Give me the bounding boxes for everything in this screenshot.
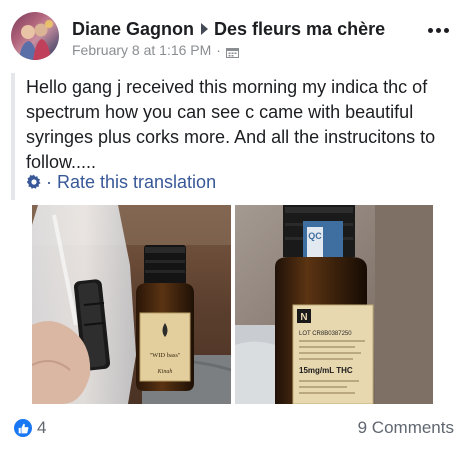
- label-letter: N: [300, 312, 307, 323]
- arrow-right-icon: [201, 23, 209, 35]
- author-avatar[interactable]: [11, 12, 59, 60]
- translation-quote-bar: [11, 73, 15, 200]
- post-text: Hello gang j received this morning my in…: [26, 77, 436, 172]
- lot-number-text: LOT CR8B0387250: [299, 331, 352, 337]
- ellipsis-dot: [444, 28, 449, 33]
- post-timestamp[interactable]: February 8 at 1:16 PM: [72, 42, 211, 58]
- rate-translation-link[interactable]: · Rate this translation: [26, 171, 216, 193]
- photo-syringe-bottle[interactable]: "WID bass" Kinah: [32, 205, 231, 404]
- comments-count[interactable]: 9 Comments: [358, 418, 454, 438]
- qc-seal-text: QC: [308, 231, 322, 241]
- post-header: Diane Gagnon Des fleurs ma chère: [72, 17, 385, 41]
- gear-icon: [26, 174, 42, 190]
- ellipsis-dot: [428, 28, 433, 33]
- translation-separator: ·: [46, 171, 52, 192]
- rate-translation-label[interactable]: Rate this translation: [57, 172, 216, 193]
- group-name[interactable]: Des fleurs ma chère: [214, 19, 385, 40]
- meta-separator: ·: [216, 42, 221, 58]
- post-footer: 4 9 Comments: [0, 414, 463, 444]
- bottle-label-text: "WID bass": [149, 352, 180, 359]
- calendar-audience-icon[interactable]: [225, 45, 239, 58]
- photo-bottle-label[interactable]: QC N LOT CR8B0387250 15mg/mL THC: [235, 205, 433, 404]
- dose-text: 15mg/mL THC: [299, 366, 353, 375]
- author-name[interactable]: Diane Gagnon: [72, 19, 194, 40]
- ellipsis-icon[interactable]: [428, 28, 449, 33]
- bottle-signature-text: Kinah: [157, 369, 173, 375]
- ellipsis-dot: [436, 28, 441, 33]
- post-meta: February 8 at 1:16 PM ·: [72, 41, 239, 59]
- like-count[interactable]: 4: [37, 418, 46, 438]
- like-icon[interactable]: [14, 419, 32, 437]
- facebook-post: Diane Gagnon Des fleurs ma chère Februar…: [0, 0, 463, 450]
